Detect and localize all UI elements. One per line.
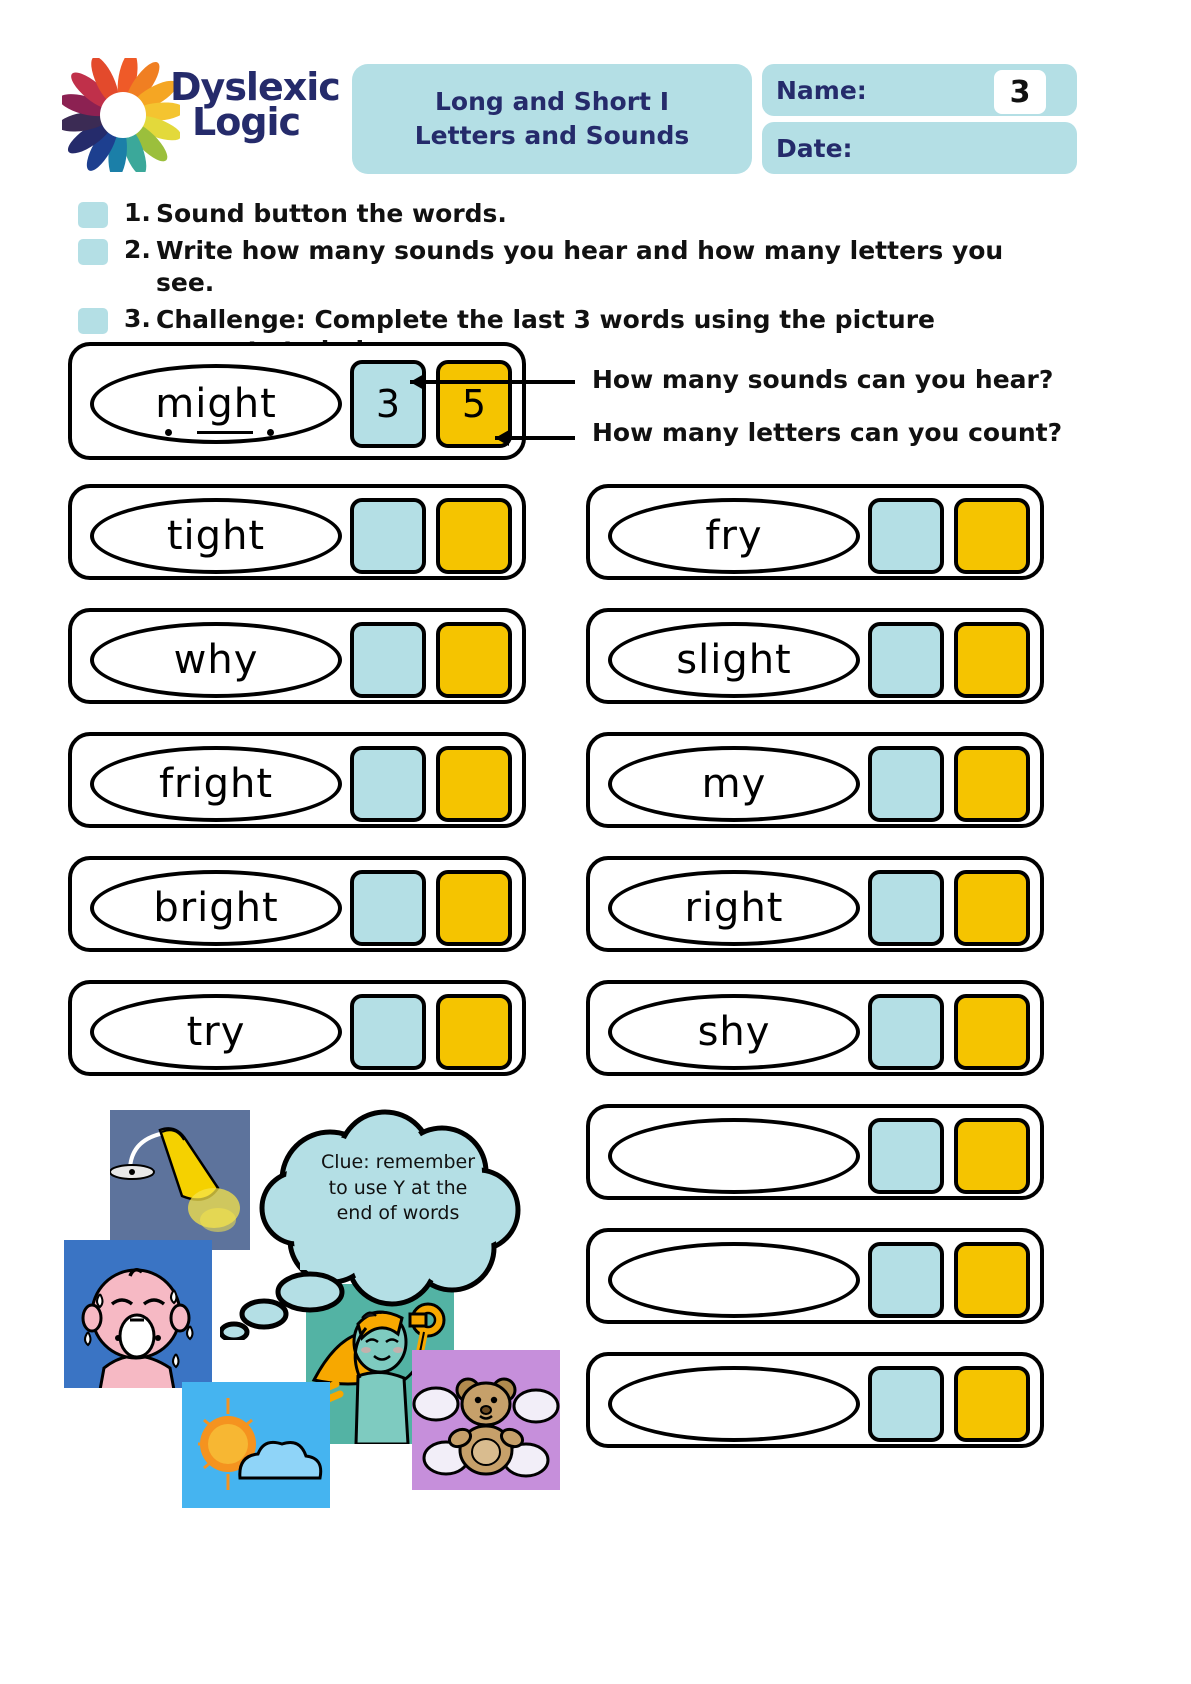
page-number-badge: 3 (992, 68, 1048, 116)
letters-answer-box[interactable] (954, 622, 1030, 698)
word-text: try (186, 1009, 246, 1055)
annotation-sounds-text: How many sounds can you hear? (592, 365, 1054, 394)
word-row: bright (68, 856, 526, 952)
word-ellipse-blank[interactable] (608, 1242, 860, 1318)
title-line-1: Long and Short I (434, 87, 670, 117)
word-text: tight (166, 513, 266, 559)
word-row: fright (68, 732, 526, 828)
word-row-blank (586, 1228, 1044, 1324)
letters-answer-box[interactable] (954, 1366, 1030, 1442)
letters-answer-box[interactable] (436, 498, 512, 574)
worksheet-title: Long and Short I Letters and Sounds (352, 64, 752, 174)
word-text: bright (153, 885, 279, 931)
word-ellipse: fright (90, 746, 342, 822)
word-row: try (68, 980, 526, 1076)
brand-logo-text: Dyslexic Logic (170, 68, 360, 144)
worksheet-header: Dyslexic Logic Long and Short I Letters … (0, 52, 1191, 182)
date-field[interactable]: Date: (762, 122, 1077, 174)
instruction-number: 2. (124, 235, 151, 265)
sun-sky-picture (182, 1382, 330, 1508)
word-row: why (68, 608, 526, 704)
word-row: tight (68, 484, 526, 580)
sounds-answer-box[interactable] (868, 1366, 944, 1442)
title-line-2: Letters and Sounds (414, 121, 690, 150)
worksheet-page: Dyslexic Logic Long and Short I Letters … (0, 0, 1191, 1684)
letters-answer-box[interactable] (436, 994, 512, 1070)
crying-baby-picture (64, 1240, 212, 1388)
example-word-ellipse: m igh t (90, 364, 342, 444)
sounds-answer-box[interactable] (868, 1118, 944, 1194)
word-ellipse: try (90, 994, 342, 1070)
letters-answer-box[interactable] (954, 498, 1030, 574)
sounds-answer-box[interactable] (868, 746, 944, 822)
bullet-square-icon (78, 239, 108, 266)
word-ellipse: fry (608, 498, 860, 574)
word-ellipse: right (608, 870, 860, 946)
instruction-text: Write how many sounds you hear and how m… (156, 236, 1004, 297)
instruction-item: 2. Write how many sounds you hear and ho… (78, 235, 1078, 298)
letters-answer-box[interactable] (954, 1242, 1030, 1318)
word-ellipse: bright (90, 870, 342, 946)
word-row-blank (586, 1352, 1044, 1448)
sounds-answer-box[interactable] (350, 746, 426, 822)
date-label: Date: (776, 133, 853, 163)
teddy-bear-toy-picture (412, 1350, 560, 1490)
name-label: Name: (776, 75, 867, 105)
letters-answer-box[interactable] (954, 746, 1030, 822)
clue-line-3: end of words (336, 1202, 460, 1225)
sounds-answer-box[interactable] (868, 870, 944, 946)
letters-answer-box[interactable] (954, 994, 1030, 1070)
word-row: shy (586, 980, 1044, 1076)
sounds-answer-box[interactable] (868, 1242, 944, 1318)
clue-line-1: Clue: remember (320, 1151, 476, 1173)
word-row: fry (586, 484, 1044, 580)
letters-answer-box[interactable] (436, 746, 512, 822)
word-ellipse: slight (608, 622, 860, 698)
word-text: why (173, 637, 259, 683)
bullet-square-icon (78, 307, 108, 334)
word-row: my (586, 732, 1044, 828)
clue-line-2: to use Y at the (328, 1176, 468, 1199)
sounds-answer-box[interactable] (350, 994, 426, 1070)
sounds-answer-box[interactable] (868, 622, 944, 698)
instruction-number: 1. (124, 198, 151, 227)
word-text: right (684, 885, 784, 931)
word-ellipse: my (608, 746, 860, 822)
sounds-answer-box[interactable] (350, 622, 426, 698)
word-ellipse: tight (90, 498, 342, 574)
word-ellipse-blank[interactable] (608, 1118, 860, 1194)
word-ellipse-blank[interactable] (608, 1366, 860, 1442)
sounds-answer-box[interactable] (350, 870, 426, 946)
word-text: slight (676, 637, 792, 683)
word-ellipse: shy (608, 994, 860, 1070)
word-row-blank (586, 1104, 1044, 1200)
word-row: right (586, 856, 1044, 952)
sounds-answer-box[interactable] (868, 498, 944, 574)
word-row: slight (586, 608, 1044, 704)
instruction-text: Sound button the words. (156, 199, 507, 228)
clue-text: Clue: remember to use Y at the end of wo… (288, 1150, 508, 1227)
sounds-answer-box[interactable] (868, 994, 944, 1070)
word-text: fright (158, 761, 274, 807)
flower-pinwheel-logo-icon (62, 58, 180, 172)
sounds-answer-box[interactable] (350, 498, 426, 574)
example-word: m igh t (155, 381, 277, 436)
brand-logo: Dyslexic Logic (62, 56, 352, 176)
letters-answer-box[interactable] (954, 1118, 1030, 1194)
instruction-item: 1. Sound button the words. (78, 198, 1078, 229)
word-text: fry (705, 513, 763, 559)
letters-answer-box[interactable] (954, 870, 1030, 946)
word-text: shy (697, 1009, 771, 1055)
instruction-number: 3. (124, 303, 151, 333)
annotation-letters-text: How many letters can you count? (592, 418, 1063, 447)
word-text: my (701, 761, 767, 807)
word-ellipse: why (90, 622, 342, 698)
brand-logo-line2: Logic (192, 99, 301, 144)
bullet-square-icon (78, 202, 108, 228)
letters-answer-box[interactable] (436, 870, 512, 946)
letters-answer-box[interactable] (436, 622, 512, 698)
